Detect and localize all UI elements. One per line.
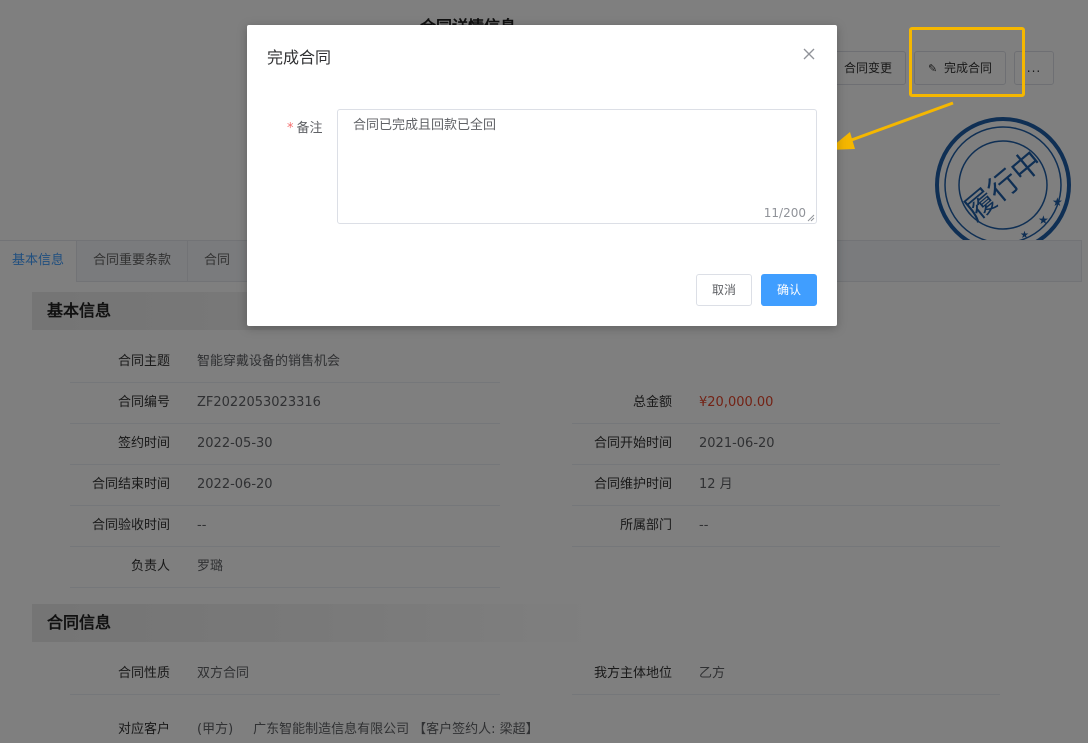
field-label: 对应客户 [117,722,170,737]
field-maintain: 合同维护时间 12 月 [572,465,1000,506]
field-value: ZF2022053023316 [197,395,321,410]
stamp-text: 履行中 [958,144,1049,229]
field-value: 双方合同 [197,666,250,681]
complete-contract-button[interactable]: ✎ 完成合同 [914,51,1007,85]
contract-change-button[interactable]: 合同变更 [830,51,907,85]
field-nature: 合同性质 双方合同 [70,654,500,695]
customer-company-link[interactable]: 广东智能制造信息有限公司 [253,722,409,737]
remark-textarea[interactable]: 合同已完成且回款已全回 [338,110,816,223]
field-value: 智能穿戴设备的销售机会 [197,354,341,369]
field-value: 罗璐 [197,559,224,574]
edit-icon: ✎ [928,62,938,75]
dialog-title: 完成合同 [267,48,332,67]
field-label: 合同开始时间 [593,436,672,451]
tab-contract-other[interactable]: 合同 [188,241,238,282]
field-label: 总金额 [632,395,672,410]
top-actions: 合同变更 ✎ 完成合同 ... [830,51,1055,85]
field-label: 合同性质 [117,666,170,681]
field-label: 合同编号 [117,395,170,410]
field-value: 乙方 [699,666,726,681]
field-label: 合同维护时间 [593,477,672,492]
field-value: -- [699,518,709,533]
field-owner: 负责人 罗璐 [70,547,500,588]
star-icon: ★ [1038,213,1049,227]
required-mark: * [287,121,294,136]
field-value: 2022-06-20 [197,477,273,492]
field-label: 我方主体地位 [593,666,672,681]
field-number: 合同编号 ZF2022053023316 [70,383,500,424]
customer-value: (甲方) 广东智能制造信息有限公司 【客户签约人: 梁超】 [197,710,559,743]
field-label: 合同主题 [117,354,170,369]
field-value: 2022-05-30 [197,436,273,451]
confirm-button[interactable]: 确认 [761,274,817,306]
field-label: 负责人 [130,559,170,574]
field-amount: 总金额 ¥20,000.00 [572,383,1000,424]
more-button[interactable]: ... [1014,51,1055,85]
amount-value: ¥20,000.00 [699,395,774,410]
star-icon: ★ [1052,195,1063,209]
field-customer: 对应客户 (甲方) 广东智能制造信息有限公司 【客户签约人: 梁超】 [70,710,770,743]
remark-label-text: 备注 [296,121,323,136]
remark-textarea-wrap: 合同已完成且回款已全回 11/200 [337,109,817,224]
field-subject: 合同主题 智能穿戴设备的销售机会 [70,342,500,383]
remark-label: * 备注 [287,120,323,138]
field-accept-date: 合同验收时间 -- [70,506,500,547]
char-counter: 11/200 [763,206,806,220]
contract-info-heading: 合同信息 [32,604,612,642]
field-sign-date: 签约时间 2022-05-30 [70,424,500,465]
tab-important-terms[interactable]: 合同重要条款 [77,241,189,282]
close-icon[interactable] [801,46,817,62]
customer-signer: 【客户签约人: 梁超】 [413,722,539,737]
contract-detail-page: 合同详情信息 合同变更 ✎完成合同 ... 履行中 ★ ★ ★ 基本信息 合同重… [0,0,1088,743]
complete-contract-label: 完成合同 [944,61,993,75]
field-value: 12 月 [699,477,733,492]
field-value: -- [197,518,207,533]
tab-basic-info[interactable]: 基本信息 [0,241,78,282]
field-our-role: 我方主体地位 乙方 [572,654,1000,695]
cancel-button[interactable]: 取消 [696,274,752,306]
field-label: 合同结束时间 [91,477,170,492]
resize-handle-icon[interactable] [807,214,815,222]
customer-party: (甲方) [197,722,234,737]
status-stamp: 履行中 ★ ★ ★ [935,117,1071,253]
field-start-date: 合同开始时间 2021-06-20 [572,424,1000,465]
complete-contract-dialog: 完成合同 * 备注 合同已完成且回款已全回 11/200 取消 确认 [247,25,837,326]
field-end-date: 合同结束时间 2022-06-20 [70,465,500,506]
field-label: 所属部门 [619,518,672,533]
field-value: 2021-06-20 [699,436,775,451]
field-department: 所属部门 -- [572,506,1000,547]
field-label: 合同验收时间 [91,518,170,533]
field-label: 签约时间 [117,436,170,451]
